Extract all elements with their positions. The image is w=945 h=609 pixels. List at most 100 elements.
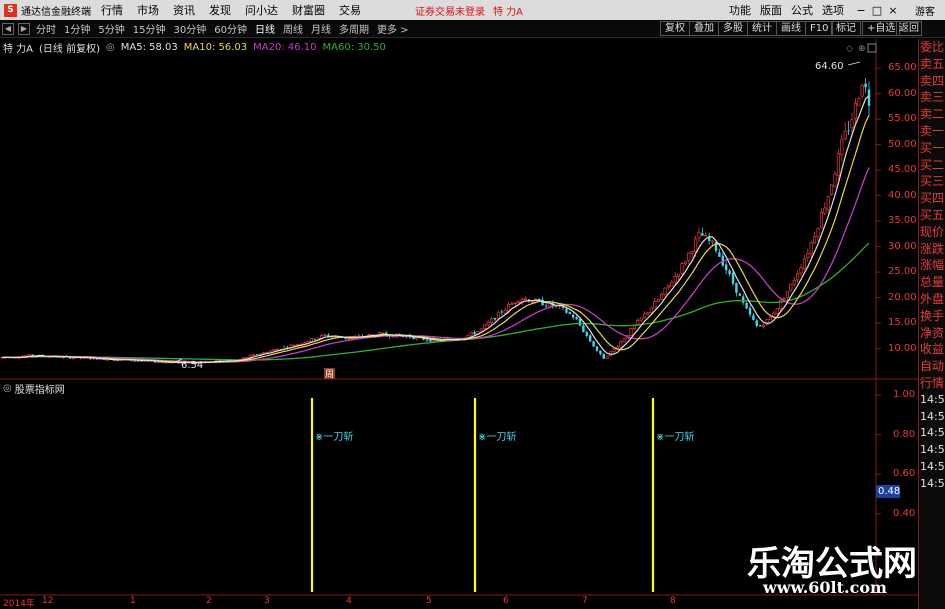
candle-down: [725, 264, 728, 271]
candle-down: [847, 130, 850, 132]
candle-up: [762, 324, 766, 327]
indicator-axis-label: 0.60: [893, 468, 916, 480]
price-axis-label: 20.00: [888, 291, 917, 303]
quote-field-label: 现价: [920, 224, 945, 239]
candle-up: [833, 173, 837, 188]
candle-up: [823, 207, 827, 214]
candle-up: [836, 152, 840, 176]
candle-up: [660, 294, 664, 300]
indicator-signals: ⋇一刀斩 ⋇一刀斩 ⋇一刀斩: [310, 398, 694, 592]
auto-quote-label[interactable]: 行情: [919, 375, 945, 392]
tick-time: 14:56: [920, 459, 945, 473]
candle-down: [255, 354, 259, 356]
candle-up: [792, 279, 796, 285]
candle-down: [429, 339, 432, 342]
candle-up: [133, 360, 137, 362]
high-price-pointer: [847, 61, 861, 66]
candle-up: [479, 328, 483, 332]
candle-up: [619, 341, 623, 348]
time-axis-label: 2014年: [3, 599, 35, 609]
candle-down: [500, 311, 503, 313]
quote-field-label: 卖五: [920, 56, 945, 71]
quote-field-label: 卖二: [920, 107, 945, 122]
candle-down: [731, 272, 735, 284]
quote-field-label: 换手: [920, 308, 945, 323]
candle-up: [524, 298, 528, 301]
low-price-label: 6.54: [181, 360, 203, 371]
quote-field-label: 卖一: [920, 123, 945, 138]
candle-up: [71, 357, 75, 360]
signal-label: ⋇一刀斩: [315, 430, 353, 443]
indicator-name[interactable]: 股票指标网: [15, 381, 65, 396]
candle-down: [602, 353, 605, 359]
quote-field-label: 卖四: [920, 73, 945, 88]
candle-up: [670, 282, 674, 287]
candle-up: [490, 318, 494, 323]
candle-down: [592, 341, 595, 347]
candle-up: [819, 211, 823, 229]
watermark-url: www.60lt.com: [763, 578, 887, 597]
price-axis-label: 15.00: [888, 317, 917, 329]
diamond-icon[interactable]: ◇: [846, 44, 853, 54]
indicator-settings-icon[interactable]: ◎: [3, 383, 12, 394]
time-axis-label: 12: [42, 596, 54, 606]
candle-up: [309, 337, 313, 342]
zoom-icon[interactable]: ⊕: [858, 44, 866, 54]
candle-up: [860, 84, 864, 97]
price-axis-label: 45.00: [888, 164, 917, 176]
candle-down: [718, 252, 721, 257]
auto-quote-label[interactable]: 自动: [919, 358, 945, 375]
price-ticks: [876, 67, 881, 350]
candle-up: [296, 344, 300, 346]
time-axis-label: 3: [264, 596, 270, 606]
quote-field-label: 买四: [920, 191, 945, 206]
candle-up: [639, 317, 643, 321]
candle-up: [530, 301, 534, 304]
signal-label: ⋇一刀斩: [656, 430, 694, 443]
candle-down: [344, 338, 347, 339]
candle-up: [853, 102, 857, 119]
candle-up: [775, 308, 779, 315]
candle-up: [697, 231, 701, 239]
candle-down: [595, 346, 599, 351]
candle-up: [677, 274, 681, 277]
high-price-label: 64.60: [815, 61, 844, 72]
candle-up: [809, 242, 813, 255]
quote-field-label: 收益: [920, 342, 945, 357]
candle-down: [864, 83, 867, 88]
candle-down: [752, 315, 755, 320]
indicator-axis-label: 0.80: [893, 428, 916, 440]
price-axis-label: 60.00: [888, 87, 917, 99]
candle-up: [605, 355, 609, 359]
time-axis-label: 7: [582, 596, 588, 606]
tick-time: 14:56: [920, 426, 945, 440]
candle-up: [816, 228, 820, 238]
candle-up: [711, 240, 715, 243]
candle-up: [469, 332, 473, 336]
candle-up: [357, 335, 361, 337]
candlesticks: [0, 78, 871, 365]
price-axis-label: 55.00: [888, 113, 917, 125]
candle-up: [683, 261, 687, 265]
candle-up: [680, 263, 684, 274]
chart-window-icon[interactable]: [867, 43, 877, 53]
candle-up: [813, 236, 817, 244]
candle-up: [496, 311, 500, 319]
candle-up: [789, 283, 793, 291]
candle-up: [687, 252, 691, 262]
ma60-line: [2, 242, 870, 361]
candle-up: [323, 334, 327, 336]
candle-down: [728, 270, 731, 275]
candle-up: [649, 307, 653, 314]
indicator-current-value: 0.48: [876, 485, 901, 498]
signal-label: ⋇一刀斩: [478, 430, 516, 443]
candle-down: [735, 282, 738, 293]
candle-down: [544, 305, 548, 307]
time-axis: 2014年 12 1 2 3 4 5 6 7 8: [0, 595, 880, 609]
price-axis-label: 25.00: [888, 266, 917, 278]
candle-up: [507, 304, 511, 312]
ma5-line: [2, 95, 870, 364]
indicator-axis-label: 0.40: [893, 507, 916, 519]
tick-time: 14:56: [920, 443, 945, 457]
candle-up: [694, 238, 698, 253]
